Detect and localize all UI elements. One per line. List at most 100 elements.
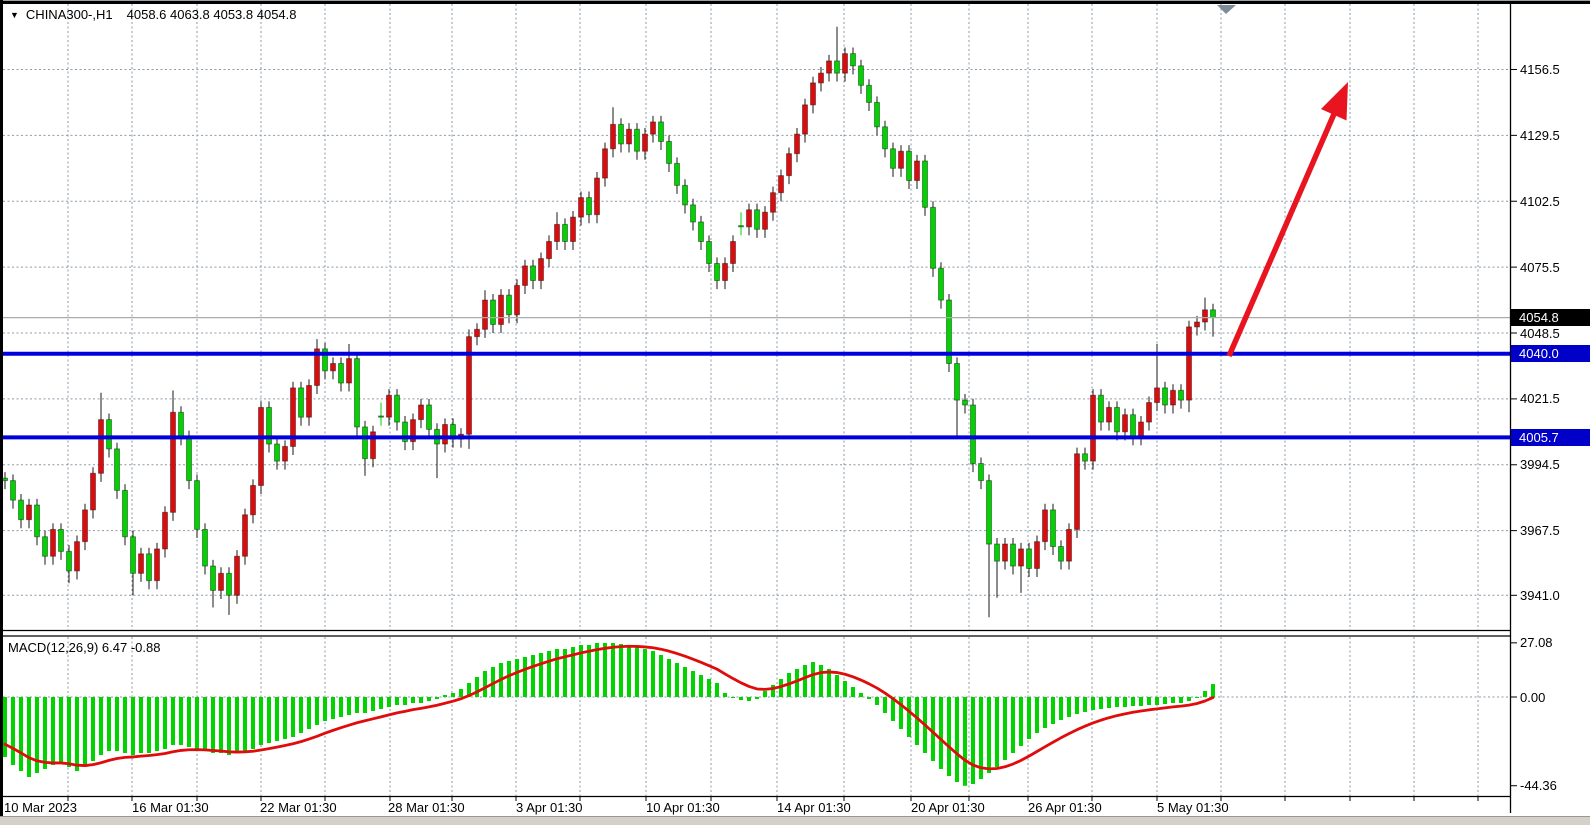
macd-histogram-bar [67, 697, 71, 767]
candle-body [475, 329, 480, 336]
trend-arrow-shaft[interactable] [1229, 114, 1334, 356]
candle-body [891, 149, 896, 169]
candle-body [907, 151, 912, 180]
macd-histogram-bar [987, 697, 991, 773]
mt4-chart-window: ▼CHINA300-,H14058.6 4063.8 4053.8 4054.8… [0, 0, 1590, 825]
macd-histogram-bar [603, 643, 607, 697]
macd-histogram-bar [395, 697, 399, 705]
macd-histogram-bar [83, 697, 87, 767]
candle-body [1099, 395, 1104, 422]
macd-histogram-bar [483, 671, 487, 697]
candle-body [499, 295, 504, 324]
candle-body [1147, 403, 1152, 423]
candle-body [51, 529, 56, 556]
macd-histogram-bar [627, 645, 631, 697]
candle-body [331, 364, 336, 371]
macd-histogram-bar [835, 675, 839, 697]
candle-body [43, 537, 48, 557]
macd-histogram-bar [123, 697, 127, 753]
macd-histogram-bar [1107, 697, 1111, 708]
candle-body [1131, 415, 1136, 437]
candle-body [379, 416, 384, 417]
macd-histogram-bar [931, 697, 935, 761]
candle-body [627, 129, 632, 144]
macd-histogram-bar [635, 647, 639, 697]
candle-body [355, 359, 360, 427]
candle-body [251, 486, 256, 515]
candle-body [787, 154, 792, 176]
candle-body [1187, 327, 1192, 400]
candle-body [699, 222, 704, 242]
macd-histogram-bar [515, 659, 519, 697]
candle-body [235, 556, 240, 595]
chart-canvas[interactable] [0, 0, 1590, 825]
candle-body [299, 388, 304, 417]
macd-histogram-bar [1179, 697, 1183, 703]
macd-histogram-bar [3, 697, 7, 757]
candle-body [531, 266, 536, 281]
trend-arrow-head[interactable] [1321, 82, 1348, 121]
candle-body [755, 210, 760, 230]
macd-histogram-bar [1027, 697, 1031, 739]
macd-histogram-bar [1035, 697, 1039, 733]
macd-signal-line [5, 646, 1213, 769]
macd-histogram-bar [795, 669, 799, 697]
macd-histogram-bar [155, 697, 159, 751]
candle-body [227, 573, 232, 595]
macd-histogram-bar [715, 683, 719, 697]
macd-histogram-bar [803, 665, 807, 697]
candle-body [739, 226, 744, 227]
candle-body [747, 210, 752, 227]
macd-histogram-bar [1195, 697, 1199, 698]
macd-histogram-bar [283, 697, 287, 739]
macd-histogram-bar [1091, 697, 1095, 710]
candle-body [803, 105, 808, 134]
candle-body [147, 554, 152, 581]
candle-body [939, 268, 944, 300]
candle-body [1107, 407, 1112, 422]
candle-body [35, 505, 40, 537]
candle-body [731, 242, 736, 264]
macd-histogram-bar [1003, 697, 1007, 760]
macd-histogram-bar [411, 697, 415, 703]
macd-histogram-bar [523, 657, 527, 697]
candle-body [387, 395, 392, 417]
candle-body [723, 263, 728, 280]
macd-histogram-bar [1099, 697, 1103, 709]
macd-histogram-bar [11, 697, 15, 765]
candle-body [811, 83, 816, 105]
candle-body [827, 61, 832, 73]
macd-histogram-bar [1139, 697, 1143, 706]
macd-histogram-bar [995, 697, 999, 767]
candle-body [219, 573, 224, 590]
macd-histogram-bar [723, 693, 727, 697]
macd-histogram-bar [75, 697, 79, 771]
candle-body [283, 446, 288, 461]
macd-histogram-bar [555, 649, 559, 697]
candle-body [1179, 390, 1184, 400]
candle-body [99, 420, 104, 474]
macd-histogram-bar [339, 697, 343, 717]
candle-body [1115, 407, 1120, 431]
candle-body [1035, 542, 1040, 569]
candle-body [843, 54, 848, 74]
chart-top-border [0, 1, 1590, 4]
candle-body [979, 464, 984, 481]
macd-histogram-bar [867, 697, 871, 699]
macd-histogram-bar [187, 697, 191, 747]
candle-body [859, 66, 864, 86]
macd-histogram-bar [347, 697, 351, 715]
macd-histogram-bar [739, 697, 743, 700]
candle-body [955, 364, 960, 401]
candle-body [107, 420, 112, 449]
candle-body [691, 205, 696, 222]
macd-histogram-bar [331, 697, 335, 719]
macd-histogram-bar [963, 697, 967, 786]
macd-histogram-bar [843, 681, 847, 697]
macd-histogram-bar [443, 695, 447, 697]
macd-histogram-bar [99, 697, 103, 755]
macd-histogram-bar [1171, 697, 1175, 703]
macd-histogram-bar [1083, 697, 1087, 712]
macd-histogram-bar [1019, 697, 1023, 746]
candle-body [91, 473, 96, 510]
